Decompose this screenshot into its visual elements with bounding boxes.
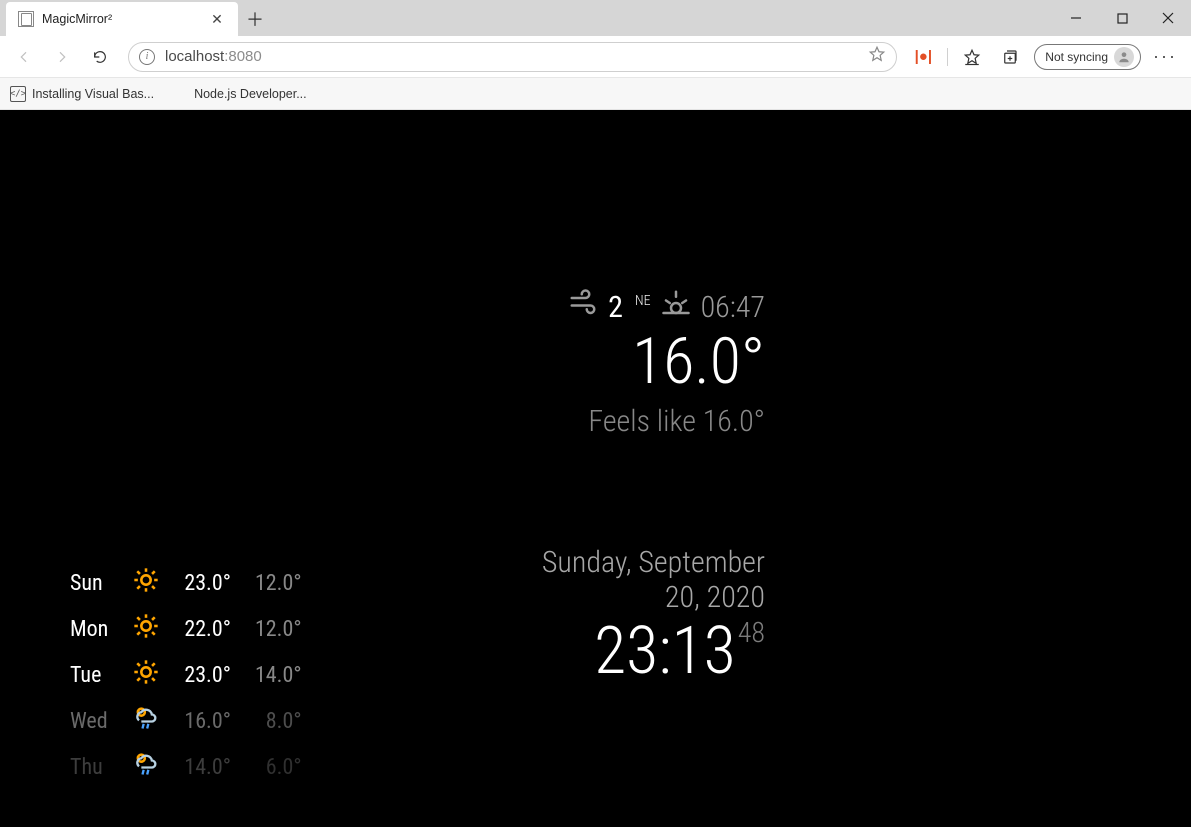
forward-button[interactable]	[46, 41, 78, 73]
menu-button[interactable]: ···	[1151, 43, 1179, 71]
current-weather-module: 2 NE 06:47 16.0° Feels like 16.0°	[568, 288, 765, 439]
forecast-day: Tue	[58, 652, 120, 698]
forecast-low: 8.0°	[243, 698, 314, 744]
forecast-icon	[120, 744, 172, 790]
sunrise-icon	[661, 288, 691, 326]
forecast-low: 14.0°	[243, 652, 314, 698]
sunrise-time: 06:47	[701, 290, 765, 325]
forecast-high: 23.0°	[172, 652, 243, 698]
forecast-day: Wed	[58, 698, 120, 744]
tab-favicon	[18, 11, 34, 27]
window-maximize-button[interactable]	[1099, 0, 1145, 36]
forecast-row: Sun 23.0°12.0°	[58, 560, 314, 606]
tab-close-button[interactable]: ✕	[208, 11, 226, 28]
microsoft-icon	[172, 86, 188, 102]
browser-tab[interactable]: MagicMirror² ✕	[6, 2, 238, 36]
bookmarks-bar: </> Installing Visual Bas... Node.js Dev…	[0, 78, 1191, 110]
wind-icon	[568, 288, 598, 326]
favorite-star-icon[interactable]	[868, 45, 886, 68]
browser-titlebar: MagicMirror² ✕ ＋	[0, 0, 1191, 36]
new-tab-button[interactable]: ＋	[238, 2, 272, 36]
bookmark-label: Installing Visual Bas...	[32, 87, 154, 101]
forecast-row: Thu 14.0°6.0°	[58, 744, 314, 790]
browser-toolbar: i localhost:8080 |●| Not syncing ···	[0, 36, 1191, 78]
profile-sync-button[interactable]: Not syncing	[1034, 44, 1141, 70]
page-content: 2 NE 06:47 16.0° Feels like 16.0° Sunday…	[0, 110, 1191, 827]
code-icon: </>	[10, 86, 26, 102]
forecast-icon	[120, 560, 172, 606]
forecast-row: Wed 16.0°8.0°	[58, 698, 314, 744]
address-bar[interactable]: i localhost:8080	[128, 42, 897, 72]
toolbar-divider	[947, 48, 948, 66]
window-close-button[interactable]	[1145, 0, 1191, 36]
url-text: localhost:8080	[165, 48, 262, 65]
forecast-high: 16.0°	[172, 698, 243, 744]
window-controls	[1053, 0, 1191, 36]
forecast-low: 12.0°	[243, 606, 314, 652]
forecast-day: Mon	[58, 606, 120, 652]
wind-direction: NE	[635, 293, 651, 309]
favorites-list-icon[interactable]	[958, 43, 986, 71]
back-button[interactable]	[8, 41, 40, 73]
forecast-high: 22.0°	[172, 606, 243, 652]
bookmark-label: Node.js Developer...	[194, 87, 307, 101]
collections-icon[interactable]	[996, 43, 1024, 71]
url-port: :8080	[224, 48, 262, 65]
profile-avatar-icon	[1114, 47, 1134, 67]
forecast-row: Mon 22.0°12.0°	[58, 606, 314, 652]
window-minimize-button[interactable]	[1053, 0, 1099, 36]
forecast-row: Tue 23.0°14.0°	[58, 652, 314, 698]
sync-label: Not syncing	[1045, 50, 1108, 64]
url-host: localhost	[165, 48, 224, 65]
clock-time: 23:1348	[505, 619, 765, 685]
forecast-day: Thu	[58, 744, 120, 790]
forecast-icon	[120, 652, 172, 698]
forecast-icon	[120, 698, 172, 744]
tab-title: MagicMirror²	[42, 12, 200, 26]
wind-speed: 2	[608, 290, 623, 325]
weather-summary-row: 2 NE 06:47	[568, 288, 765, 326]
extension-icon[interactable]: |●|	[909, 43, 937, 71]
bookmark-item[interactable]: </> Installing Visual Bas...	[10, 86, 154, 102]
forecast-module: Sun23.0°12.0°Mon22.0°12.0°Tue23.0°14.0°W…	[58, 560, 314, 790]
current-temperature: 16.0°	[568, 330, 765, 394]
forecast-high: 14.0°	[172, 744, 243, 790]
clock-hhmm: 23:13	[594, 613, 736, 690]
forecast-low: 12.0°	[243, 560, 314, 606]
refresh-button[interactable]	[84, 41, 116, 73]
forecast-icon	[120, 606, 172, 652]
forecast-low: 6.0°	[243, 744, 314, 790]
clock-module: Sunday, September 20, 2020 23:1348	[505, 546, 765, 685]
site-info-icon[interactable]: i	[139, 49, 155, 65]
toolbar-extensions: |●| Not syncing ···	[909, 43, 1183, 71]
forecast-day: Sun	[58, 560, 120, 606]
clock-seconds: 48	[736, 616, 765, 649]
forecast-high: 23.0°	[172, 560, 243, 606]
forecast-table: Sun23.0°12.0°Mon22.0°12.0°Tue23.0°14.0°W…	[58, 560, 314, 790]
clock-date: Sunday, September 20, 2020	[505, 546, 765, 615]
feels-like: Feels like 16.0°	[568, 404, 765, 439]
bookmark-item[interactable]: Node.js Developer...	[172, 86, 307, 102]
